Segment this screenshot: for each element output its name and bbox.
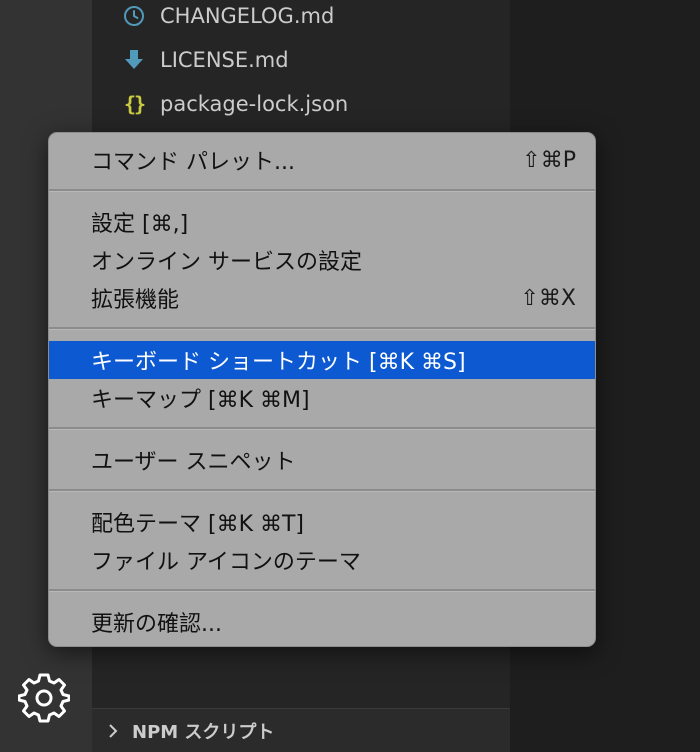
menu-item-shortcut: ⇧⌘X: [520, 285, 576, 311]
menu-separator: [49, 327, 595, 330]
menu-item-online-services-settings[interactable]: オンライン サービスの設定: [49, 241, 595, 279]
menu-separator: [49, 489, 595, 492]
menu-item-check-for-updates[interactable]: 更新の確認...: [49, 603, 595, 641]
file-name: CHANGELOG.md: [160, 4, 335, 28]
file-item-license[interactable]: LICENSE.md: [120, 40, 289, 80]
menu-item-label: キーマップ [⌘K ⌘M]: [91, 388, 310, 413]
menu-item-label: 設定 [⌘,]: [91, 212, 189, 237]
menu-separator: [49, 189, 595, 192]
clock-icon: [120, 2, 148, 30]
braces-icon: {}: [123, 92, 146, 116]
npm-scripts-section-header[interactable]: NPM スクリプト: [92, 708, 510, 752]
file-item-package-lock[interactable]: {} package-lock.json: [120, 84, 348, 124]
menu-item-label: ユーザー スニペット: [91, 450, 296, 475]
menu-item-color-theme[interactable]: 配色テーマ [⌘K ⌘T]: [49, 503, 595, 541]
menu-item-label: オンライン サービスの設定: [91, 250, 362, 275]
menu-item-label: 配色テーマ [⌘K ⌘T]: [91, 512, 305, 537]
file-name: package-lock.json: [160, 92, 349, 116]
menu-item-label: 拡張機能: [91, 288, 180, 313]
menu-separator: [49, 427, 595, 430]
npm-scripts-label: NPM スクリプト: [132, 722, 275, 743]
menu-item-label: キーボード ショートカット [⌘K ⌘S]: [91, 350, 466, 375]
menu-item-file-icon-theme[interactable]: ファイル アイコンのテーマ: [49, 541, 595, 579]
menu-item-label: ファイル アイコンのテーマ: [91, 550, 361, 575]
menu-item-extensions[interactable]: 拡張機能 ⇧⌘X: [49, 279, 595, 317]
gear-icon[interactable]: [18, 672, 70, 724]
manage-context-menu: コマンド パレット... ⇧⌘P 設定 [⌘,] オンライン サービスの設定 拡…: [48, 132, 596, 647]
menu-item-label: コマンド パレット...: [91, 150, 295, 175]
download-arrow-icon: [120, 46, 148, 74]
menu-item-keyboard-shortcuts[interactable]: キーボード ショートカット [⌘K ⌘S]: [49, 341, 595, 379]
menu-item-command-palette[interactable]: コマンド パレット... ⇧⌘P: [49, 141, 595, 179]
vscode-window: CHANGELOG.md LICENSE.md {} package-lock.…: [0, 0, 700, 752]
menu-item-user-snippets[interactable]: ユーザー スニペット: [49, 441, 595, 479]
file-item-changelog[interactable]: CHANGELOG.md: [120, 0, 334, 36]
menu-item-shortcut: ⇧⌘P: [522, 147, 576, 173]
menu-item-label: 更新の確認...: [91, 612, 222, 637]
menu-item-settings[interactable]: 設定 [⌘,]: [49, 203, 595, 241]
menu-separator: [49, 589, 595, 592]
menu-item-keymaps[interactable]: キーマップ [⌘K ⌘M]: [49, 379, 595, 417]
file-name: LICENSE.md: [160, 48, 289, 72]
chevron-right-icon: [109, 724, 118, 738]
